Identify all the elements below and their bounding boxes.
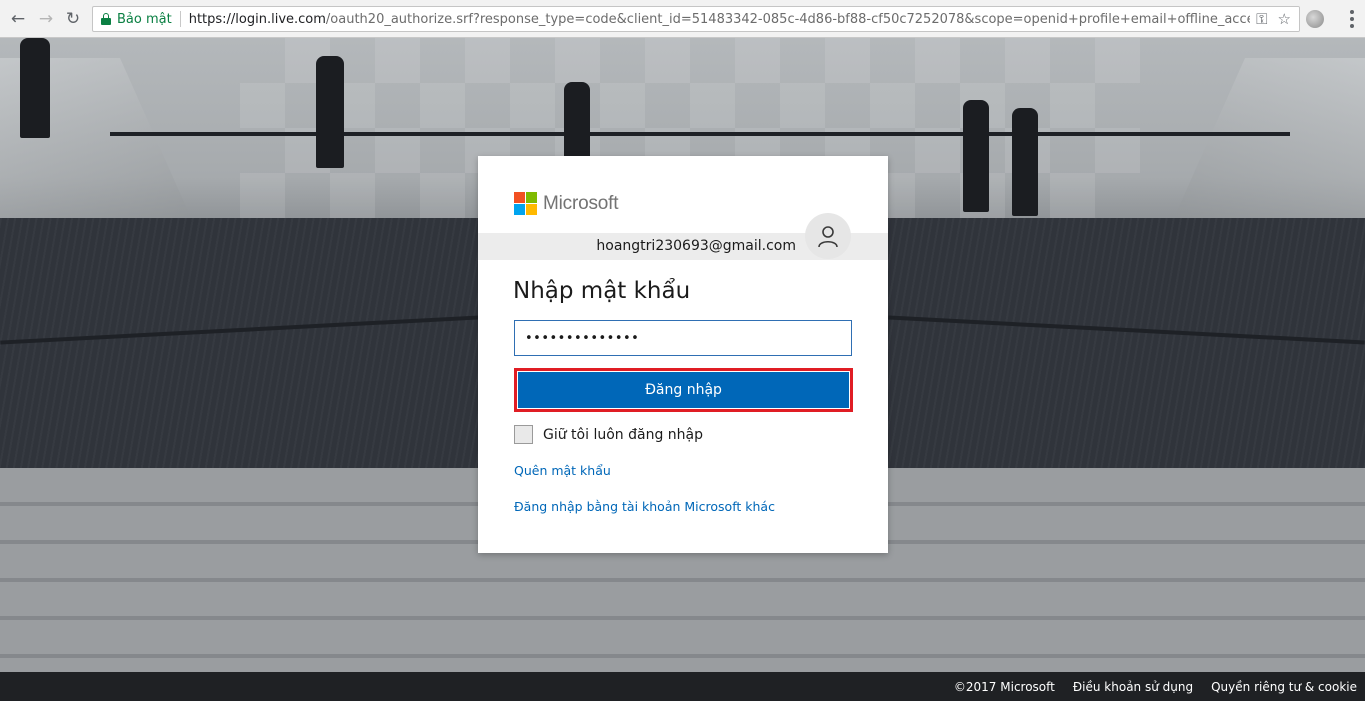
- person-figure: [963, 100, 989, 212]
- privacy-link[interactable]: Quyền riêng tư & cookie: [1211, 680, 1357, 694]
- forgot-password-link[interactable]: Quên mật khẩu: [514, 463, 611, 478]
- user-avatar-icon: [805, 213, 851, 259]
- login-card: Microsoft hoangtri230693@gmail.com Nhập …: [478, 156, 888, 553]
- extension-icon[interactable]: [1306, 10, 1324, 28]
- brand-name: Microsoft: [543, 192, 619, 214]
- page-footer: ©2017 Microsoft Điều khoản sử dụng Quyền…: [0, 672, 1365, 701]
- reload-icon[interactable]: ↻: [63, 9, 83, 29]
- address-bar[interactable]: Bảo mật https://login.live.com/oauth20_a…: [92, 6, 1300, 32]
- escalator-right: [1165, 58, 1365, 238]
- signin-button[interactable]: Đăng nhập: [518, 372, 849, 408]
- back-arrow-icon[interactable]: ←: [8, 9, 28, 29]
- microsoft-logo-icon: [514, 192, 537, 215]
- terms-link[interactable]: Điều khoản sử dụng: [1073, 680, 1193, 694]
- menu-icon[interactable]: [1344, 9, 1360, 29]
- keep-signed-in-label[interactable]: Giữ tôi luôn đăng nhập: [543, 427, 703, 443]
- keep-signed-in-checkbox[interactable]: [514, 425, 533, 444]
- secure-label: Bảo mật: [117, 11, 172, 27]
- browser-toolbar: ← → ↻ Bảo mật https://login.live.com/oau…: [0, 0, 1365, 38]
- person-figure: [20, 38, 50, 138]
- omnibox-actions: ⚿ ☆: [1250, 7, 1299, 31]
- key-icon[interactable]: ⚿: [1256, 10, 1267, 28]
- account-email: hoangtri230693@gmail.com: [596, 238, 796, 254]
- page-title: Nhập mật khẩu: [513, 278, 691, 304]
- password-input[interactable]: [514, 320, 852, 356]
- microsoft-logo: Microsoft: [514, 192, 618, 215]
- handrail-top: [110, 132, 1290, 136]
- forward-arrow-icon[interactable]: →: [36, 9, 56, 29]
- keep-signed-in-row[interactable]: Giữ tôi luôn đăng nhập: [514, 425, 703, 444]
- star-icon[interactable]: ☆: [1278, 10, 1291, 28]
- copyright-text: ©2017 Microsoft: [953, 679, 1055, 694]
- person-figure: [564, 82, 590, 162]
- lock-icon: [101, 13, 111, 25]
- person-figure: [316, 56, 344, 168]
- other-account-link[interactable]: Đăng nhập bằng tài khoản Microsoft khác: [514, 499, 775, 514]
- omnibox-divider: [179, 11, 181, 27]
- person-figure: [1012, 108, 1038, 216]
- url-text[interactable]: https://login.live.com/oauth20_authorize…: [189, 12, 1299, 27]
